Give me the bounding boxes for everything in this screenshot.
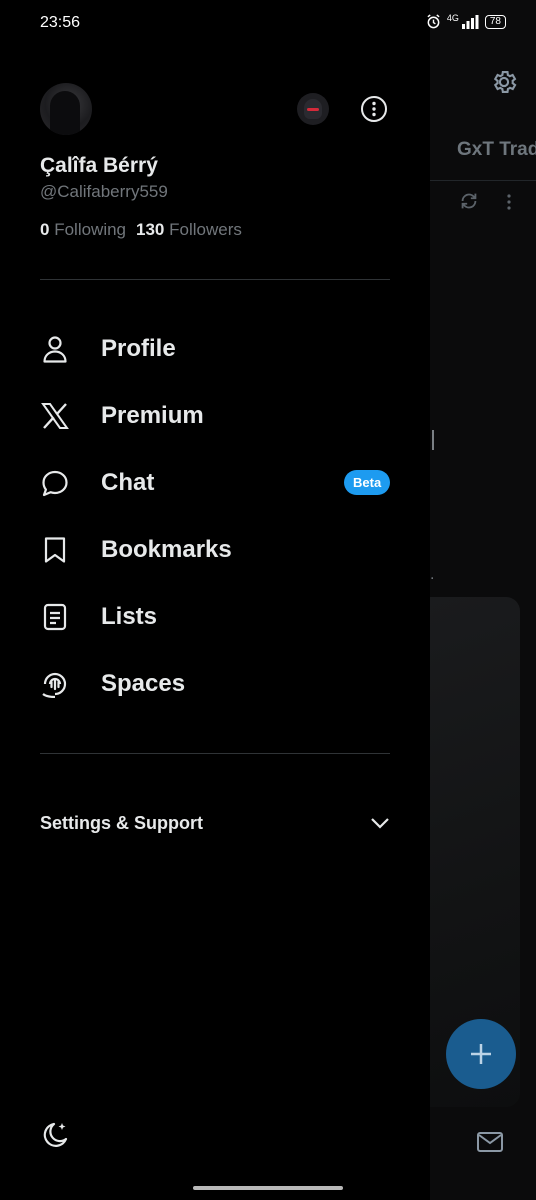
menu-item-lists[interactable]: Lists <box>0 583 430 650</box>
divider <box>40 753 390 754</box>
followers-link[interactable]: 130 Followers <box>136 220 242 240</box>
menu-item-premium[interactable]: Premium <box>0 382 430 449</box>
avatar-figure <box>50 91 80 135</box>
alarm-icon <box>427 14 440 29</box>
more-options-icon[interactable] <box>360 95 388 123</box>
display-name[interactable]: Çalîfa Bérrý <box>40 154 158 178</box>
drawer-menu: Profile Premium Chat Beta Bookmarks List… <box>0 315 430 717</box>
account-switcher-eyes <box>307 108 319 111</box>
status-time: 23:56 <box>40 14 81 31</box>
beta-badge: Beta <box>344 470 391 495</box>
follow-stats: 0 Following 130 Followers <box>40 220 242 240</box>
signal-icon <box>461 14 479 29</box>
tab-gxt-trad[interactable]: GxT Trad <box>457 139 536 161</box>
home-indicator[interactable] <box>193 1186 343 1190</box>
list-icon <box>40 602 70 632</box>
gear-icon[interactable] <box>490 68 518 96</box>
moon-icon[interactable] <box>40 1120 70 1150</box>
mail-icon[interactable] <box>476 1130 504 1154</box>
network-type: 4G <box>446 12 459 23</box>
menu-label-spaces: Spaces <box>101 669 186 697</box>
menu-item-profile[interactable]: Profile <box>0 315 430 382</box>
menu-item-bookmarks[interactable]: Bookmarks <box>0 516 430 583</box>
account-switcher-avatar[interactable] <box>297 93 329 125</box>
menu-label-profile: Profile <box>101 334 176 362</box>
x-logo-icon <box>40 401 70 431</box>
spaces-icon <box>40 669 70 699</box>
following-label: Following <box>54 220 127 239</box>
settings-support-label: Settings & Support <box>40 812 203 833</box>
battery-indicator: 78 <box>484 14 506 29</box>
menu-label-premium: Premium <box>101 401 204 429</box>
text-caret <box>432 430 434 450</box>
followers-count: 130 <box>136 220 165 239</box>
plus-icon <box>471 1044 491 1064</box>
bookmark-icon <box>40 535 70 565</box>
post-text-fragment: s. <box>430 566 435 583</box>
following-link[interactable]: 0 Following <box>40 220 126 240</box>
background-timeline: GxT Trad s. <box>430 0 536 1200</box>
menu-label-bookmarks: Bookmarks <box>101 535 232 563</box>
menu-item-chat[interactable]: Chat Beta <box>0 449 430 516</box>
sync-icon[interactable] <box>458 190 480 212</box>
menu-item-spaces[interactable]: Spaces <box>0 650 430 717</box>
followers-label: Followers <box>169 220 242 239</box>
settings-support-toggle[interactable]: Settings & Support <box>40 805 390 841</box>
menu-label-lists: Lists <box>101 602 158 630</box>
user-handle: @Califaberry559 <box>40 182 168 201</box>
person-icon <box>40 334 70 364</box>
menu-label-chat: Chat <box>101 468 155 496</box>
status-icons: 4G 78 <box>426 12 506 29</box>
chevron-down-icon <box>371 818 389 829</box>
avatar[interactable] <box>40 83 92 135</box>
status-bar: 23:56 4G 78 <box>0 0 536 48</box>
following-count: 0 <box>40 220 50 239</box>
navigation-drawer: Çalîfa Bérrý @Califaberry559 0 Following… <box>0 0 430 1200</box>
divider <box>40 279 390 280</box>
more-vertical-icon[interactable] <box>506 193 512 211</box>
compose-button[interactable] <box>446 1019 516 1089</box>
tab-divider <box>430 180 536 181</box>
chat-bubble-icon <box>40 468 70 498</box>
